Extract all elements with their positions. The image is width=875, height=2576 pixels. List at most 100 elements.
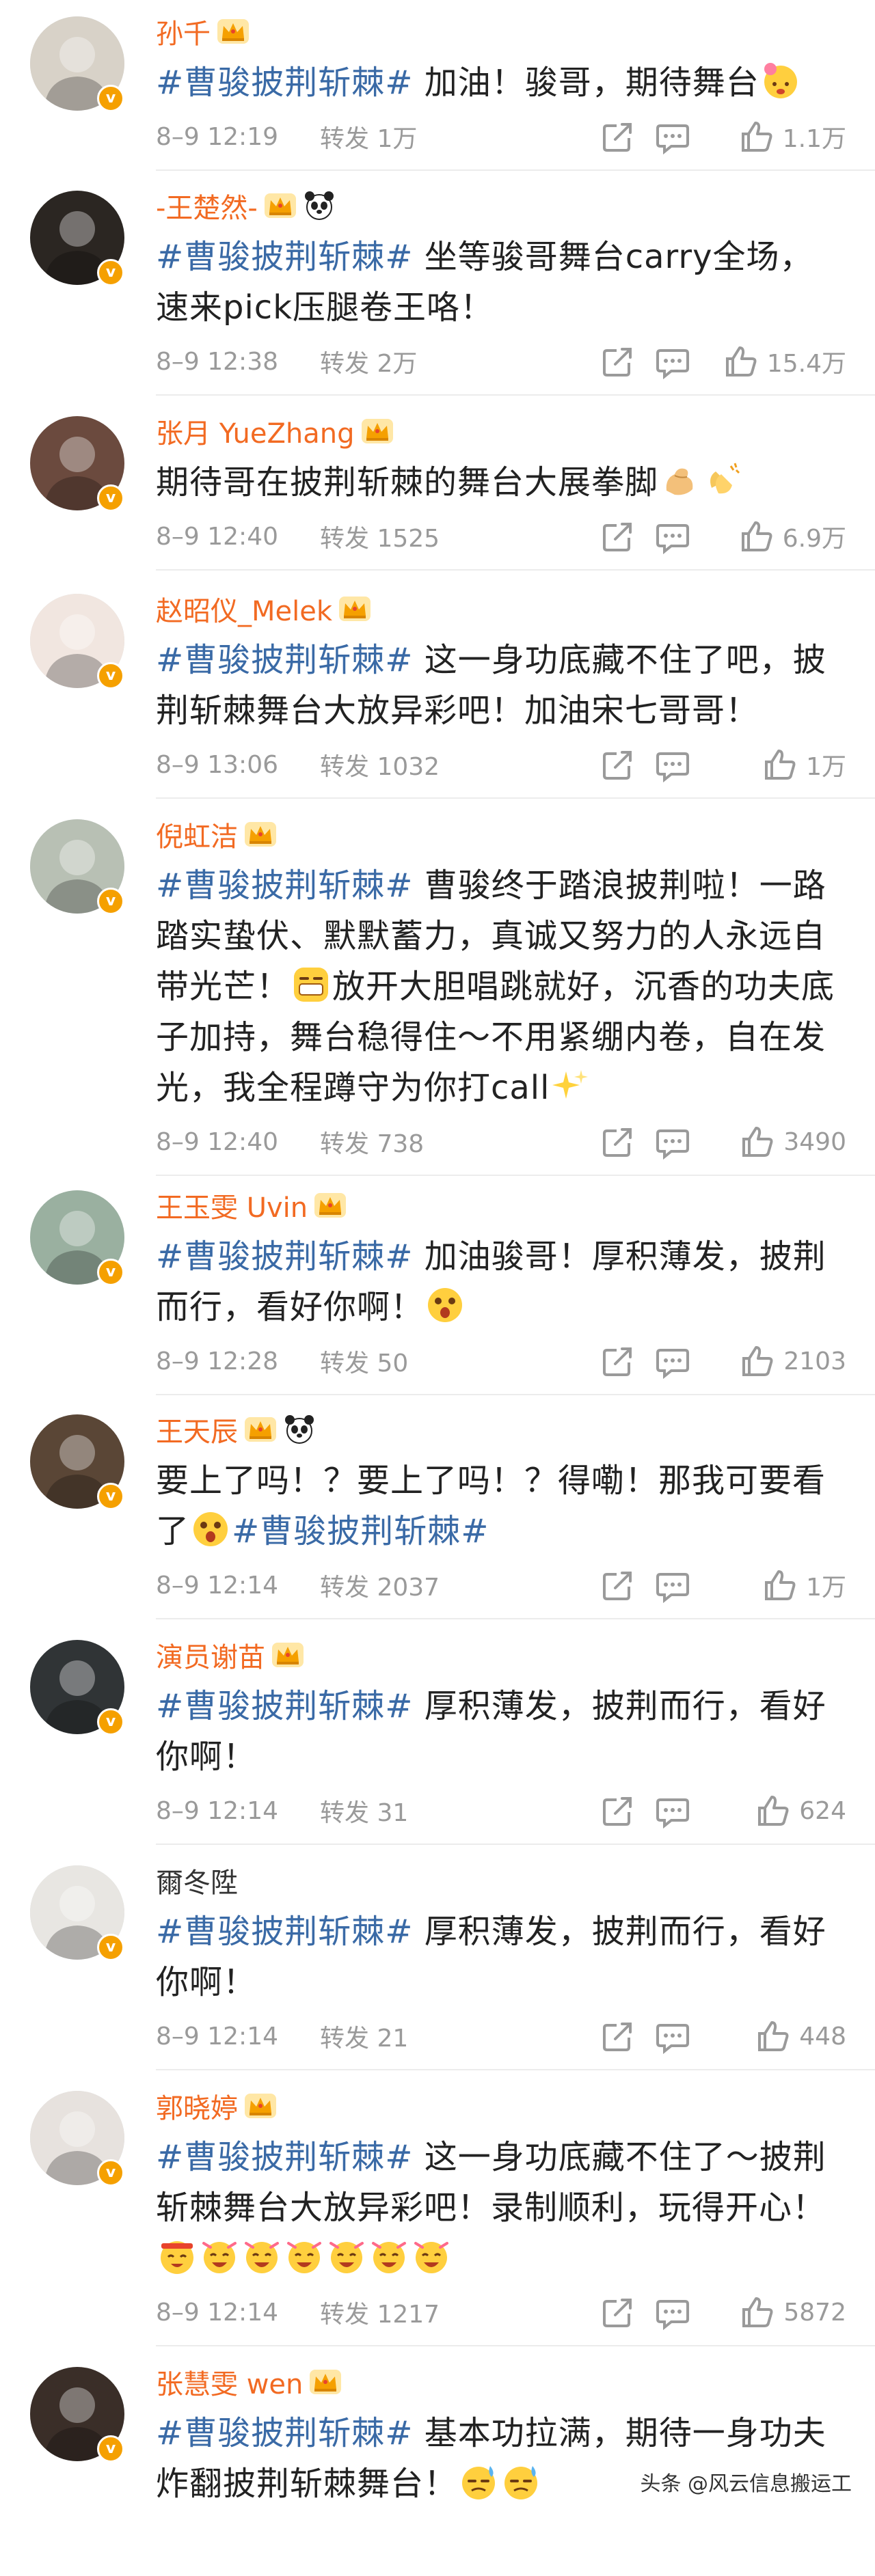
username[interactable]: 孙千	[156, 12, 211, 51]
comment-icon[interactable]	[655, 1567, 690, 1604]
share-icon[interactable]	[600, 1793, 636, 1828]
comment-icon[interactable]	[655, 344, 690, 380]
hashtag-link[interactable]: #曹骏披荆斩棘#	[156, 1913, 413, 1951]
repost-value: 2万	[377, 350, 418, 378]
hashtag-link[interactable]: #曹骏披荆斩棘#	[156, 866, 413, 905]
thumbs-up-icon	[723, 344, 759, 379]
share-icon[interactable]	[600, 1124, 636, 1160]
party-emoji-icon	[242, 2236, 282, 2276]
like-button[interactable]: 448	[710, 2018, 846, 2054]
hashtag-link[interactable]: #曹骏披荆斩棘#	[156, 238, 413, 276]
party-emoji-icon	[284, 2236, 324, 2276]
wow-emoji-icon	[191, 1509, 230, 1549]
share-icon[interactable]	[600, 1343, 636, 1379]
comment-meta: 8–9 13:06 转发 1032 1万	[156, 745, 846, 784]
panda-badge-icon	[283, 1413, 316, 1446]
repost-value: 2037	[377, 1574, 440, 1602]
comment-meta: 8–9 12:38 转发 2万 15.4万	[156, 342, 846, 381]
hashtag-link[interactable]: #曹骏披荆斩棘#	[156, 2138, 413, 2176]
like-button[interactable]: 624	[710, 1793, 846, 1828]
username[interactable]: 张慧雯 wen	[156, 2362, 303, 2402]
comment-text: #曹骏披荆斩棘# 坐等骏哥舞台carry全场，速来pick压腿卷王咯！	[156, 232, 846, 333]
hashtag-link[interactable]: #曹骏披荆斩棘#	[156, 2414, 413, 2452]
repost-label: 转发	[320, 2301, 377, 2329]
hashtag-link[interactable]: #曹骏披荆斩棘#	[156, 1687, 413, 1725]
username[interactable]: 爾冬陞	[156, 1861, 238, 1900]
comment-icon[interactable]	[655, 1124, 690, 1160]
repost-value: 1032	[377, 753, 440, 781]
username-row: 演员谢苗	[156, 1634, 305, 1675]
watermark: 头条 @风云信息搬运工	[640, 2472, 852, 2496]
share-icon[interactable]	[600, 2018, 636, 2054]
divider	[156, 569, 875, 571]
like-button[interactable]: 6.9万	[710, 519, 846, 554]
repost-value: 1217	[377, 2301, 440, 2329]
like-count: 448	[799, 2022, 846, 2051]
comment-text: #曹骏披荆斩棘# 厚积薄发，披荆而行，看好你啊！	[156, 1681, 846, 1782]
crown-badge-icon	[243, 1414, 278, 1444]
username[interactable]: 演员谢苗	[156, 1635, 265, 1675]
username[interactable]: 赵昭仪_Melek	[156, 589, 332, 629]
comment-item: v 王天辰 要上了吗！？要上了吗！？得嘞！那我可要看了 #曹骏披荆斩棘# 8–9 12:…	[0, 1398, 875, 1623]
like-button[interactable]: 3490	[710, 1124, 846, 1160]
repost-label: 转发	[320, 1799, 377, 1827]
comment-icon[interactable]	[655, 1343, 690, 1380]
timestamp: 8–9 12:40	[156, 1127, 278, 1156]
crown-badge-icon	[243, 819, 278, 849]
like-button[interactable]: 5872	[710, 2294, 846, 2330]
like-button[interactable]: 15.4万	[710, 344, 846, 379]
like-button[interactable]: 1万	[710, 1567, 846, 1603]
like-button[interactable]: 1.1万	[710, 119, 846, 154]
comment-icon[interactable]	[655, 119, 690, 155]
crown-badge-icon	[243, 2091, 278, 2121]
timestamp: 8–9 12:14	[156, 2022, 278, 2051]
hashtag-link[interactable]: #曹骏披荆斩棘#	[156, 641, 413, 679]
wow-emoji-icon	[425, 1285, 465, 1325]
text-segment: 期待哥在披荆斩棘的舞台大展拳脚	[156, 463, 659, 502]
flower-face-emoji-icon	[761, 61, 800, 100]
comment-icon[interactable]	[655, 2018, 690, 2055]
thumbs-up-icon	[740, 2294, 775, 2330]
share-icon[interactable]	[600, 1567, 636, 1603]
repost-label: 转发	[320, 2025, 377, 2053]
share-icon[interactable]	[600, 747, 636, 782]
action-bar: 624	[600, 1792, 846, 1830]
comment-text: 要上了吗！？要上了吗！？得嘞！那我可要看了 #曹骏披荆斩棘#	[156, 1455, 846, 1557]
share-icon[interactable]	[600, 344, 636, 379]
crown-badge-icon	[313, 1190, 347, 1220]
sweat-emoji-icon	[501, 2462, 541, 2502]
crown-badge-icon	[308, 2367, 342, 2397]
party-emoji-icon	[369, 2236, 409, 2276]
thumbs-up-icon	[762, 747, 798, 782]
comment-icon[interactable]	[655, 747, 690, 783]
comment-meta: 8–9 12:40 转发 1525 6.9万	[156, 517, 846, 556]
comment-icon[interactable]	[655, 2294, 690, 2331]
share-icon[interactable]	[600, 119, 636, 154]
username[interactable]: 郭晓婷	[156, 2086, 238, 2126]
action-bar: 15.4万	[600, 342, 846, 381]
username[interactable]: -王楚然-	[156, 186, 258, 225]
text-segment: 加油！骏哥，期待舞台	[413, 64, 759, 102]
hashtag-link[interactable]: #曹骏披荆斩棘#	[232, 1512, 489, 1550]
crown-badge-icon	[216, 16, 250, 46]
like-button[interactable]: 1万	[710, 747, 846, 782]
username[interactable]: 张月 YueZhang	[156, 411, 355, 451]
like-button[interactable]: 2103	[710, 1343, 846, 1379]
sweat-emoji-icon	[459, 2462, 498, 2502]
like-count: 2103	[783, 1347, 846, 1375]
username[interactable]: 倪虹洁	[156, 814, 238, 854]
username[interactable]: 王玉雯 Uvin	[156, 1186, 308, 1225]
comment-icon[interactable]	[655, 1793, 690, 1829]
repost-label: 转发	[320, 1574, 377, 1602]
share-icon[interactable]	[600, 2294, 636, 2330]
username-row: 孙千	[156, 11, 250, 52]
username-row: 张月 YueZhang	[156, 411, 394, 452]
panda-badge-icon	[303, 189, 336, 222]
verified-badge-icon: v	[97, 1483, 124, 1510]
username-row: 赵昭仪_Melek	[156, 588, 372, 629]
hashtag-link[interactable]: #曹骏披荆斩棘#	[156, 64, 413, 102]
username[interactable]: 王天辰	[156, 1410, 238, 1449]
share-icon[interactable]	[600, 519, 636, 554]
hashtag-link[interactable]: #曹骏披荆斩棘#	[156, 1237, 413, 1276]
comment-icon[interactable]	[655, 519, 690, 555]
